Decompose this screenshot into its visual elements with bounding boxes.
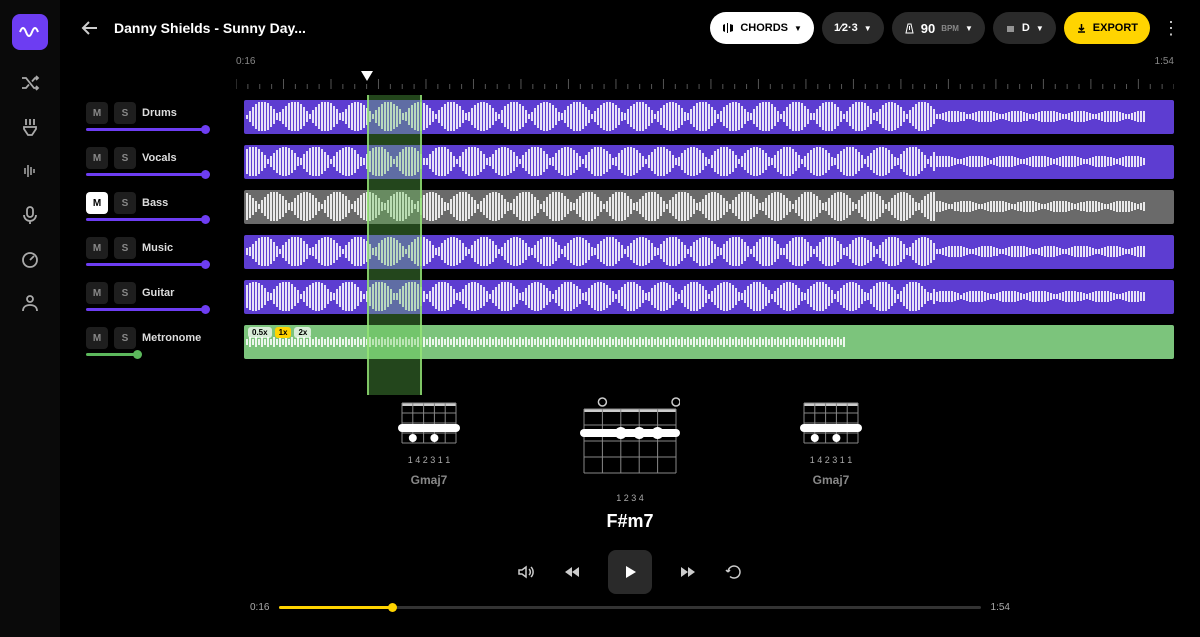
- key-selector[interactable]: D ▼: [993, 12, 1056, 44]
- solo-button[interactable]: S: [114, 192, 136, 214]
- track-row: M S Music: [86, 230, 1174, 273]
- header: Danny Shields - Sunny Day... CHORDS ▼ 1⁄…: [60, 0, 1200, 56]
- transport: 0:16 1:54: [60, 550, 1200, 613]
- track-row: M S Drums: [86, 95, 1174, 138]
- volume-icon[interactable]: [516, 562, 536, 582]
- mute-button[interactable]: M: [86, 102, 108, 124]
- current-chord: 1 2 3 4 F#m7: [580, 395, 680, 532]
- chord-display: 1 4 2 3 1 1 Gmaj7 1 2 3 4 F#m7 1 4 2 3 1…: [60, 395, 1200, 532]
- track-row: M S Vocals: [86, 140, 1174, 183]
- track-row: M S Metronome 0.5x1x2x: [86, 320, 1174, 363]
- mute-button[interactable]: M: [86, 147, 108, 169]
- volume-slider[interactable]: [86, 173, 206, 176]
- current-time: 0:16: [250, 602, 269, 613]
- mute-button[interactable]: M: [86, 192, 108, 214]
- ruler[interactable]: [236, 71, 1174, 89]
- track-label: Vocals: [142, 152, 177, 164]
- back-button[interactable]: [76, 14, 104, 42]
- loop-icon[interactable]: [724, 562, 744, 582]
- speed-chip[interactable]: 1x: [275, 327, 292, 338]
- tracks: M S Drums M S Vocals M S Bass: [86, 95, 1174, 363]
- waveform[interactable]: [244, 280, 1174, 314]
- volume-slider[interactable]: [86, 308, 206, 311]
- solo-button[interactable]: S: [114, 147, 136, 169]
- solo-button[interactable]: S: [114, 327, 136, 349]
- waveform[interactable]: [244, 145, 1174, 179]
- track-row: M S Bass: [86, 185, 1174, 228]
- volume-slider[interactable]: [86, 263, 206, 266]
- shuffle-icon[interactable]: [19, 72, 41, 94]
- track-row: M S Guitar: [86, 275, 1174, 318]
- duration-time: 1:54: [991, 602, 1010, 613]
- waveform[interactable]: [244, 190, 1174, 224]
- waveform[interactable]: [244, 100, 1174, 134]
- solo-button[interactable]: S: [114, 102, 136, 124]
- waveform[interactable]: 0.5x1x2x: [244, 325, 1174, 359]
- mute-button[interactable]: M: [86, 327, 108, 349]
- user-icon[interactable]: [19, 292, 41, 314]
- track-label: Bass: [142, 197, 168, 209]
- playhead[interactable]: [361, 71, 373, 81]
- export-button[interactable]: EXPORT: [1064, 12, 1150, 44]
- sidebar: [0, 0, 60, 637]
- volume-slider[interactable]: [86, 218, 206, 221]
- speed-chip[interactable]: 0.5x: [248, 327, 272, 338]
- mic-icon[interactable]: [19, 204, 41, 226]
- progress-bar[interactable]: [279, 606, 980, 609]
- timeline-end: 1:54: [1155, 56, 1174, 67]
- chords-selector[interactable]: CHORDS ▼: [710, 12, 814, 44]
- more-menu-icon[interactable]: ⋮: [1158, 18, 1184, 39]
- solo-button[interactable]: S: [114, 282, 136, 304]
- solo-button[interactable]: S: [114, 237, 136, 259]
- next-chord: 1 4 2 3 1 1 Gmaj7: [800, 395, 862, 532]
- track-label: Metronome: [142, 332, 201, 344]
- speed-chip[interactable]: 2x: [294, 327, 311, 338]
- track-label: Guitar: [142, 287, 174, 299]
- prev-chord: 1 4 2 3 1 1 Gmaj7: [398, 395, 460, 532]
- mute-button[interactable]: M: [86, 282, 108, 304]
- play-button[interactable]: [608, 550, 652, 594]
- bpm-control[interactable]: 90 BPM ▼: [892, 12, 985, 44]
- track-label: Drums: [142, 107, 177, 119]
- app-logo[interactable]: [12, 14, 48, 50]
- rewind-button[interactable]: [562, 562, 582, 582]
- volume-slider[interactable]: [86, 128, 206, 131]
- song-title: Danny Shields - Sunny Day...: [114, 20, 306, 36]
- waveform[interactable]: [244, 235, 1174, 269]
- timeline-start: 0:16: [236, 56, 255, 67]
- forward-button[interactable]: [678, 562, 698, 582]
- mute-button[interactable]: M: [86, 237, 108, 259]
- track-label: Music: [142, 242, 173, 254]
- time-signature-selector[interactable]: 1⁄2·3 ▼: [822, 12, 884, 44]
- audio-wave-icon[interactable]: [19, 160, 41, 182]
- brush-icon[interactable]: [19, 116, 41, 138]
- gauge-icon[interactable]: [19, 248, 41, 270]
- volume-slider[interactable]: [86, 353, 138, 356]
